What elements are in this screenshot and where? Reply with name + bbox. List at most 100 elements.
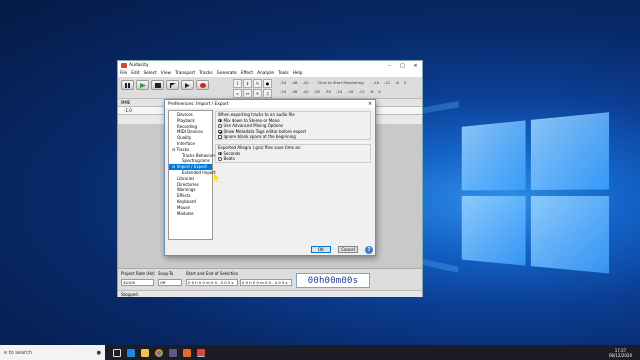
envelope-tool-icon[interactable]: ↕: [243, 79, 252, 88]
preferences-dialog: Preferences: Import / Export × Devices P…: [164, 99, 376, 256]
playback-meter[interactable]: -54 -48 -42 -36 -30 -24 -18 -12 -6 0: [278, 89, 420, 95]
dialog-close-icon[interactable]: ×: [365, 101, 375, 107]
audio-host-select[interactable]: MME: [121, 100, 130, 105]
meter-tick: -48: [291, 80, 298, 85]
advanced-mixing-radio[interactable]: [218, 124, 222, 128]
meter-tick: -12: [383, 80, 391, 85]
seconds-radio[interactable]: [218, 151, 222, 155]
audacity-icon: [121, 63, 127, 68]
microphone-icon[interactable]: ●: [97, 350, 101, 356]
menu-help[interactable]: Help: [293, 71, 303, 76]
tree-item-label: Import / Export: [176, 164, 207, 170]
selection-start-field[interactable]: 0 0 h 0 0 m 0 0 . 0 0 0 s: [186, 279, 238, 286]
multi-tool-icon[interactable]: ✳: [253, 89, 262, 98]
mic-icon[interactable]: ●: [263, 79, 272, 88]
skip-start-button[interactable]: [166, 80, 179, 90]
zoom-tool-icon[interactable]: ⌕: [233, 89, 242, 98]
window-title: Audacity: [129, 63, 149, 68]
transport-toolbar: I ↕ ✎ ● ⌕ ↔ ✳ ♫ -54 -48 -42 Click to Sta…: [118, 77, 422, 99]
menu-view[interactable]: View: [161, 71, 171, 76]
tree-item-modules[interactable]: Modules: [169, 211, 212, 217]
meter-tick: -30: [324, 89, 332, 94]
project-rate-select[interactable]: 44100: [121, 279, 154, 286]
meter-tick: -36: [313, 89, 320, 94]
seconds-label: Seconds: [223, 150, 241, 156]
dialog-title: Preferences: Import / Export: [168, 101, 229, 107]
taskbar: e to search ● 17:27 06/12/2020: [0, 345, 640, 360]
beats-radio[interactable]: [218, 157, 222, 161]
menu-tools[interactable]: Tools: [278, 71, 289, 76]
menu-analyze[interactable]: Analyze: [257, 71, 274, 76]
menu-file[interactable]: File: [120, 71, 127, 76]
menu-generate[interactable]: Generate: [217, 71, 237, 76]
taskbar-search[interactable]: e to search ●: [0, 345, 105, 360]
allegro-options-group: Exported Allegro (.gro) files save time …: [215, 144, 371, 163]
chrome-icon[interactable]: [155, 348, 163, 357]
menu-tracks[interactable]: Tracks: [199, 71, 212, 76]
windows-logo-wallpaper: [461, 112, 614, 279]
audacity-taskbar-icon[interactable]: [197, 348, 205, 357]
close-button[interactable]: ×: [409, 63, 422, 69]
meter-tick: -54: [280, 80, 287, 85]
record-button[interactable]: [196, 80, 209, 90]
project-rate-label: Project Rate (Hz): [121, 271, 155, 276]
timeshift-tool-icon[interactable]: ↔: [243, 89, 252, 98]
snap-to-select[interactable]: Off: [158, 279, 182, 286]
menu-transport[interactable]: Transport: [175, 71, 195, 76]
help-button[interactable]: ?: [365, 246, 373, 254]
mix-down-radio[interactable]: [218, 118, 222, 122]
stop-button[interactable]: [151, 80, 164, 90]
task-view-icon[interactable]: [113, 348, 121, 357]
meter-tick: -42: [302, 89, 309, 94]
maximize-button[interactable]: □: [396, 63, 409, 69]
edge-icon[interactable]: [127, 348, 135, 357]
menu-edit[interactable]: Edit: [131, 71, 139, 76]
ruler-label: -1.0: [124, 108, 132, 113]
clock-date: 06/12/2020: [608, 352, 632, 358]
meter-tick: -54: [280, 89, 287, 94]
mix-down-label: Mix down to Stereo or Mono: [223, 117, 280, 123]
record-meter[interactable]: -54 -48 -42 Click to Start Monitoring -1…: [278, 80, 420, 86]
status-bar: Stopped.: [118, 290, 422, 297]
meter-click-label[interactable]: Click to Start Monitoring: [318, 80, 364, 86]
meter-tick: -12: [358, 89, 365, 94]
minimize-button[interactable]: –: [383, 63, 396, 69]
advanced-mixing-label: Use Advanced Mixing Options: [223, 123, 284, 129]
snap-to-label: Snap-To: [158, 271, 174, 276]
app-icon-orange[interactable]: [183, 348, 191, 357]
meter-tick: -42: [302, 80, 309, 85]
speaker-icon[interactable]: ♫: [263, 89, 272, 98]
skip-end-button[interactable]: [181, 80, 194, 90]
cancel-button[interactable]: Cancel: [338, 246, 358, 253]
selection-end-field[interactable]: 0 0 h 0 0 m 0 0 . 0 0 0 s: [240, 279, 292, 286]
menu-bar: File Edit Select View Transport Tracks G…: [118, 70, 422, 77]
meter-tick: -6: [395, 80, 399, 85]
draw-tool-icon[interactable]: ✎: [253, 79, 262, 88]
pause-button[interactable]: [121, 80, 134, 90]
ignore-blank-checkbox[interactable]: [218, 135, 222, 139]
meter-tick: -24: [336, 89, 343, 94]
tools-toolbar: I ↕ ✎ ● ⌕ ↔ ✳ ♫: [233, 79, 273, 98]
meter-tick: -6: [369, 89, 374, 94]
meter-tick: -18: [372, 80, 379, 85]
meter-tick: -18: [347, 89, 354, 94]
meter-tick: 0: [403, 80, 407, 85]
audio-position-display[interactable]: 00h00m00s: [296, 273, 370, 288]
system-clock[interactable]: 17:27 06/12/2020: [609, 348, 640, 358]
taskbar-apps: [113, 348, 205, 357]
metadata-checkbox[interactable]: [218, 129, 222, 133]
selection-toolbar: Project Rate (Hz) 44100 Snap-To Off Star…: [118, 268, 422, 290]
metadata-label: Show Metadata Tags editor before export: [223, 128, 307, 134]
export-options-group: When exporting tracks to an audio file M…: [215, 111, 371, 140]
beats-option[interactable]: Beats: [216, 156, 370, 162]
file-explorer-icon[interactable]: [141, 348, 149, 357]
ignore-blank-option[interactable]: Ignore blank space at the beginning: [216, 134, 370, 140]
ok-button[interactable]: OK: [311, 246, 331, 253]
menu-select[interactable]: Select: [144, 71, 157, 76]
tree-item-label: Tracks: [176, 146, 190, 152]
store-icon[interactable]: [169, 348, 177, 357]
play-button[interactable]: [136, 80, 149, 90]
selection-tool-icon[interactable]: I: [233, 79, 242, 88]
menu-effect[interactable]: Effect: [241, 71, 253, 76]
search-placeholder: e to search: [4, 349, 32, 356]
